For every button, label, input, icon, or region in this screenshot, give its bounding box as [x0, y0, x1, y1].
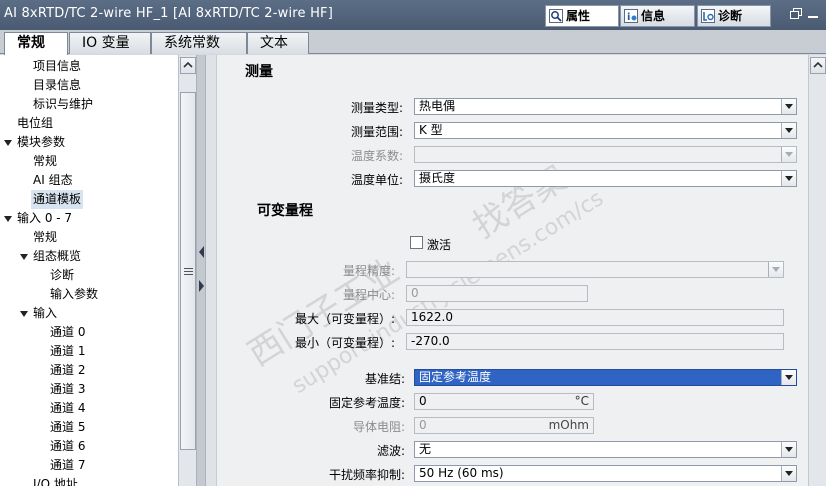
filter-dropdown[interactable]: 无	[414, 441, 797, 458]
tab-io-tags[interactable]: IO 变量	[69, 32, 151, 54]
interference-suppression-label: 干扰频率抑制:	[328, 468, 405, 482]
title-bar: AI 8xRTD/TC 2-wire HF_1 [AI 8xRTD/TC 2-w…	[0, 0, 826, 30]
fixed-reference-temp-input[interactable]: 0 °C	[414, 393, 594, 410]
temperature-unit-label: 温度单位:	[350, 173, 403, 187]
expand-triangle-icon[interactable]	[4, 215, 12, 222]
nav-tree: 项目信息 目录信息 标识与维护 电位组 模块参数 常规 AI 组态 通道模板 输…	[0, 55, 178, 486]
activate-label: 激活	[427, 238, 452, 252]
panel-tab-info[interactable]: i 信息	[620, 5, 695, 27]
tab-system-constants[interactable]: 系统常数	[151, 32, 247, 54]
temperature-unit-dropdown[interactable]: 摄氏度	[414, 170, 797, 187]
range-max-label: 最大（可变量程）:	[294, 312, 395, 326]
temperature-coefficient-dropdown	[414, 146, 797, 163]
panel-tab-properties[interactable]: 属性	[545, 5, 619, 27]
pane-splitter[interactable]	[196, 55, 206, 486]
window-title: AI 8xRTD/TC 2-wire HF_1 [AI 8xRTD/TC 2-w…	[4, 6, 334, 21]
nav-item[interactable]: 输入参数	[50, 285, 98, 304]
reference-junction-dropdown[interactable]: 固定参考温度	[414, 369, 797, 386]
expand-triangle-icon[interactable]	[20, 310, 28, 317]
properties-icon	[549, 9, 563, 23]
chevron-down-icon[interactable]	[781, 171, 796, 186]
nav-item[interactable]: 通道 5	[50, 418, 85, 437]
tab-bar: 常规 IO 变量 系统常数 文本	[0, 30, 826, 55]
nav-item[interactable]: 通道 6	[50, 437, 85, 456]
expand-triangle-icon[interactable]	[20, 253, 28, 260]
wire-resistance-input: 0 mOhm	[414, 417, 594, 434]
content-scroll-up-button[interactable]	[810, 57, 826, 74]
nav-item[interactable]: I/O 地址	[33, 475, 78, 486]
nav-item[interactable]: 常规	[33, 228, 57, 247]
nav-item[interactable]: 通道 0	[50, 323, 85, 342]
nav-item[interactable]: 输入	[20, 304, 57, 323]
nav-item[interactable]: 项目信息	[33, 57, 81, 76]
nav-item[interactable]: 目录信息	[33, 76, 81, 95]
chevron-up-icon	[813, 61, 823, 68]
grip-icon	[184, 268, 193, 275]
reference-junction-label: 基准结:	[364, 372, 405, 386]
measurement-type-label: 测量类型:	[350, 101, 403, 115]
properties-content: 西门子工业 support.industry.siemens.com/cs 找答…	[216, 55, 808, 486]
temperature-coefficient-label: 温度系数:	[350, 149, 403, 163]
chevron-down-icon[interactable]	[781, 442, 796, 457]
range-center-input: 0	[406, 285, 588, 302]
expand-triangle-icon[interactable]	[4, 139, 12, 146]
measurement-type-dropdown[interactable]: 热电偶	[414, 98, 797, 115]
scroll-thumb[interactable]	[180, 92, 196, 450]
restore-icon[interactable]	[790, 8, 802, 19]
range-min-input[interactable]: -270.0	[406, 333, 784, 350]
scroll-up-button[interactable]	[180, 57, 196, 74]
nav-item[interactable]: 诊断	[50, 266, 74, 285]
chevron-down-icon[interactable]	[781, 466, 796, 481]
nav-item[interactable]: 通道 4	[50, 399, 85, 418]
range-max-input[interactable]: 1622.0	[406, 309, 784, 326]
measurement-range-dropdown[interactable]: K 型	[414, 122, 797, 139]
nav-item[interactable]: 模块参数	[4, 133, 65, 152]
section-heading-variable-range: 可变量程	[257, 203, 313, 219]
range-min-label: 最小（可变量程）:	[294, 336, 395, 350]
content-scrollbar[interactable]	[808, 55, 826, 486]
interference-suppression-dropdown[interactable]: 50 Hz (60 ms)	[414, 465, 797, 482]
nav-item[interactable]: 输入 0 - 7	[4, 209, 72, 228]
chevron-up-icon	[183, 61, 193, 68]
nav-scrollbar[interactable]	[178, 55, 196, 486]
chevron-down-icon	[768, 262, 783, 277]
minimize-icon[interactable]	[808, 8, 820, 19]
svg-text:i: i	[627, 12, 630, 23]
collapse-left-icon[interactable]	[198, 245, 205, 259]
section-heading-measurement: 测量	[245, 64, 273, 80]
chevron-down-icon[interactable]	[781, 370, 796, 385]
filter-label: 滤波:	[376, 444, 405, 458]
chevron-down-icon[interactable]	[781, 123, 796, 138]
range-center-label: 量程中心:	[342, 288, 395, 302]
wire-resistance-label: 导体电阻:	[352, 420, 405, 434]
chevron-down-icon	[781, 147, 796, 162]
nav-item[interactable]: 组态概览	[20, 247, 81, 266]
range-precision-dropdown	[406, 261, 784, 278]
nav-item[interactable]: 标识与维护	[33, 95, 93, 114]
panel-tab-diagnostics[interactable]: 诊断	[697, 5, 771, 27]
range-precision-label: 量程精度:	[342, 264, 395, 278]
nav-item[interactable]: 通道 2	[50, 361, 85, 380]
info-icon: i	[624, 9, 638, 23]
pane-gap	[206, 55, 216, 486]
nav-item[interactable]: 常规	[33, 152, 57, 171]
expand-right-icon[interactable]	[198, 279, 205, 293]
nav-item[interactable]: 通道 3	[50, 380, 85, 399]
nav-item[interactable]: 通道 1	[50, 342, 85, 361]
tab-general[interactable]: 常规	[4, 32, 68, 55]
measurement-range-label: 测量范围:	[350, 125, 403, 139]
watermark-cn2: 找答案	[466, 158, 574, 247]
diagnostics-icon	[701, 9, 715, 23]
chevron-down-icon[interactable]	[781, 99, 796, 114]
nav-item-selected[interactable]: 通道模板	[31, 190, 84, 209]
nav-item[interactable]: 电位组	[17, 114, 53, 133]
nav-item[interactable]: AI 组态	[33, 171, 73, 190]
activate-checkbox[interactable]	[410, 236, 423, 249]
fixed-reference-temp-unit: °C	[574, 394, 589, 408]
tab-texts[interactable]: 文本	[247, 32, 309, 54]
nav-item[interactable]: 通道 7	[50, 456, 85, 475]
wire-resistance-unit: mOhm	[548, 418, 589, 432]
fixed-reference-temp-label: 固定参考温度:	[328, 396, 405, 410]
